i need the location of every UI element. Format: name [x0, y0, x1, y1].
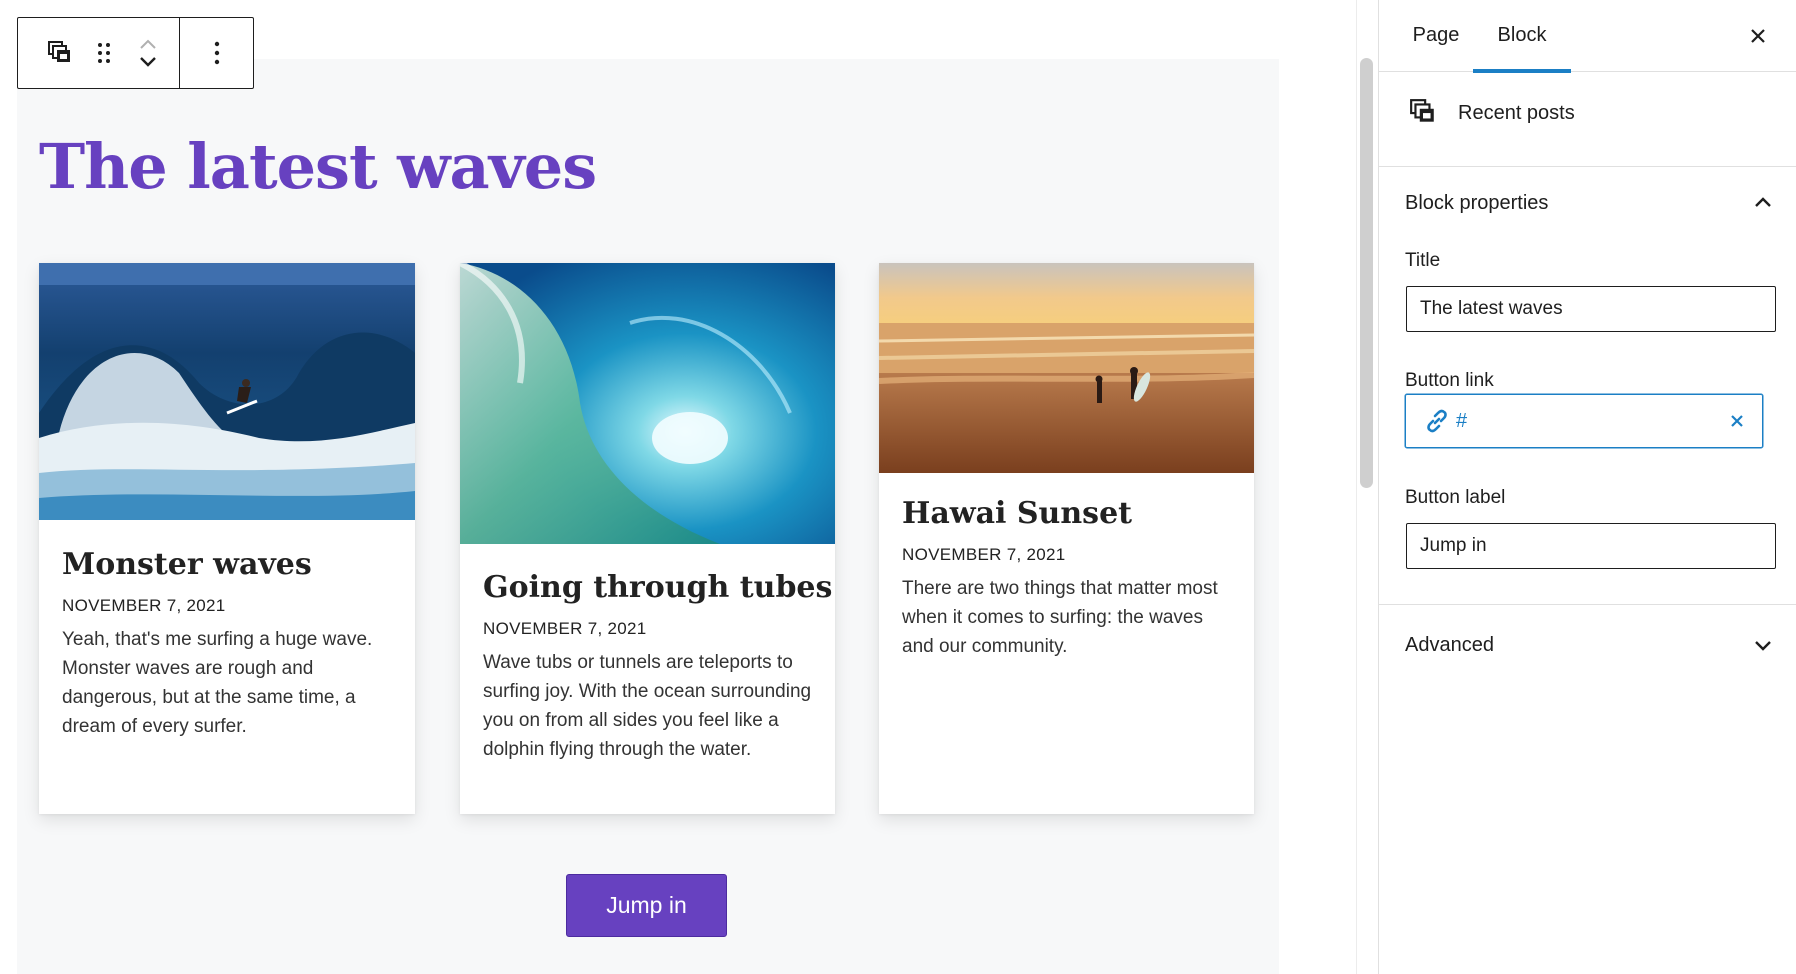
post-image: [460, 263, 835, 544]
title-field[interactable]: [1406, 286, 1776, 332]
post-excerpt: Yeah, that's me surfing a huge wave. Mon…: [62, 629, 373, 737]
block-toolbar: [17, 17, 254, 89]
tab-page[interactable]: Page: [1403, 0, 1469, 72]
canvas-divider: [1356, 0, 1357, 974]
close-icon[interactable]: [1740, 18, 1776, 54]
button-label-field[interactable]: [1406, 523, 1776, 569]
settings-sidebar: Page Block Recent posts Block properties…: [1378, 0, 1796, 974]
block-properties-toggle[interactable]: Block properties: [1379, 172, 1796, 236]
chevron-up-icon: [1755, 197, 1771, 207]
block-mover: [126, 23, 170, 83]
post-image: [879, 263, 1254, 473]
block-title[interactable]: The latest waves: [39, 130, 597, 203]
post-date: NOVEMBER 7, 2021: [62, 596, 226, 615]
recent-posts-icon: [1410, 99, 1434, 122]
post-body: Going through tubes NOVEMBER 7, 2021 Wav…: [483, 570, 832, 764]
tab-block[interactable]: Block: [1473, 0, 1571, 73]
post-date: NOVEMBER 7, 2021: [483, 619, 647, 638]
button-link-label: Button link: [1405, 370, 1494, 391]
more-vertical-icon[interactable]: [195, 31, 239, 75]
recent-posts-icon[interactable]: [38, 31, 82, 75]
panel-title: Advanced: [1405, 634, 1494, 656]
toolbar-group-options: [180, 18, 253, 88]
jump-in-button[interactable]: Jump in: [566, 874, 727, 937]
post-card[interactable]: Going through tubes NOVEMBER 7, 2021 Wav…: [460, 263, 835, 814]
button-link-field[interactable]: #: [1405, 394, 1763, 448]
button-label-label: Button label: [1405, 487, 1506, 508]
advanced-toggle[interactable]: Advanced: [1379, 614, 1796, 678]
editor-scrollbar[interactable]: [1360, 58, 1373, 488]
title-label: Title: [1405, 250, 1441, 271]
clear-icon[interactable]: [1722, 406, 1752, 436]
panel-divider: [1379, 604, 1796, 605]
post-card[interactable]: Hawai Sunset NOVEMBER 7, 2021 There are …: [879, 263, 1254, 814]
post-card[interactable]: Monster waves NOVEMBER 7, 2021 Yeah, tha…: [39, 263, 415, 814]
post-date: NOVEMBER 7, 2021: [902, 545, 1066, 564]
button-link-value[interactable]: #: [1456, 410, 1722, 433]
post-title[interactable]: Monster waves: [62, 547, 395, 582]
chevron-down-icon[interactable]: [139, 56, 157, 67]
panel-title: Block properties: [1405, 192, 1549, 214]
chevron-down-icon: [1755, 641, 1771, 651]
post-image: [39, 263, 415, 520]
block-card: Recent posts: [1379, 72, 1796, 167]
post-title[interactable]: Going through tubes: [483, 570, 832, 605]
drag-handle-icon[interactable]: [82, 31, 126, 75]
post-title[interactable]: Hawai Sunset: [902, 496, 1234, 531]
post-body: Monster waves NOVEMBER 7, 2021 Yeah, tha…: [62, 547, 395, 741]
chevron-up-icon[interactable]: [139, 39, 157, 50]
post-body: Hawai Sunset NOVEMBER 7, 2021 There are …: [902, 496, 1234, 661]
block-name: Recent posts: [1458, 102, 1575, 124]
toolbar-group-main: [18, 18, 180, 88]
editor-canvas: The latest waves Monster waves NOVEMBER …: [0, 0, 1356, 974]
post-excerpt: There are two things that matter most wh…: [902, 578, 1218, 657]
post-excerpt: Wave tubs or tunnels are teleports to su…: [483, 652, 812, 760]
sidebar-tabs: Page Block: [1379, 0, 1796, 73]
link-icon: [1422, 406, 1452, 436]
